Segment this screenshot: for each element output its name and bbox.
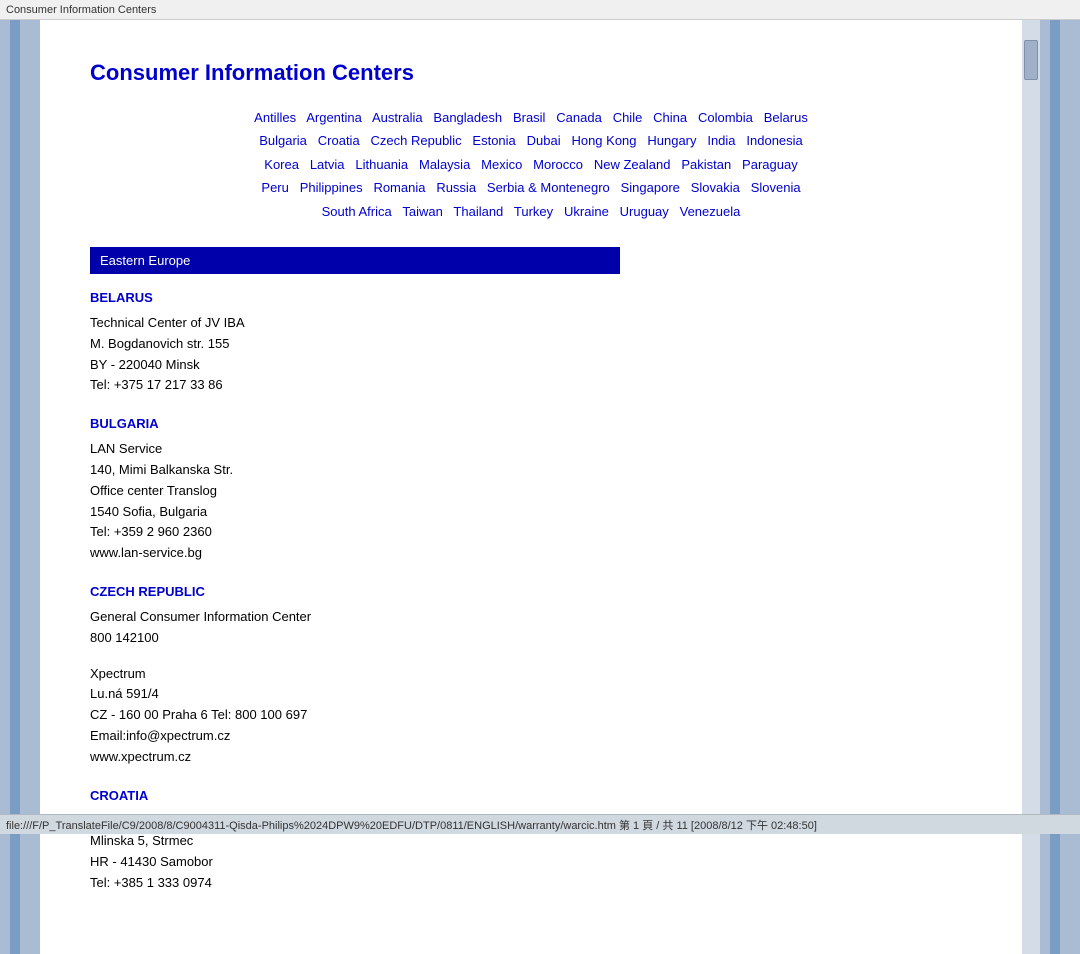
country-title-czech-republic: CZECH REPUBLIC [90,584,972,599]
link-turkey[interactable]: Turkey [514,204,553,219]
link-serbia-montenegro[interactable]: Serbia & Montenegro [487,180,610,195]
link-ukraine[interactable]: Ukraine [564,204,609,219]
link-argentina[interactable]: Argentina [306,110,362,125]
country-info-belarus: Technical Center of JV IBA M. Bogdanovic… [90,313,972,396]
link-venezuela[interactable]: Venezuela [680,204,741,219]
links-section: Antilles Argentina Australia Bangladesh … [90,106,972,223]
link-thailand[interactable]: Thailand [453,204,503,219]
status-bar: file:///F/P_TranslateFile/C9/2008/8/C900… [0,814,1080,834]
link-taiwan[interactable]: Taiwan [402,204,442,219]
link-mexico[interactable]: Mexico [481,157,522,172]
link-brasil[interactable]: Brasil [513,110,546,125]
country-block-croatia: CROATIA Renoprom d.o.o. Mlinska 5, Strme… [90,788,972,894]
link-chile[interactable]: Chile [613,110,643,125]
status-bar-text: file:///F/P_TranslateFile/C9/2008/8/C900… [6,817,817,833]
country-block-czech-republic: CZECH REPUBLIC General Consumer Informat… [90,584,972,768]
link-bulgaria[interactable]: Bulgaria [259,133,307,148]
link-latvia[interactable]: Latvia [310,157,345,172]
link-south-africa[interactable]: South Africa [322,204,392,219]
link-paraguay[interactable]: Paraguay [742,157,798,172]
country-title-bulgaria: BULGARIA [90,416,972,431]
link-hungary[interactable]: Hungary [647,133,696,148]
scrollbar-thumb[interactable] [1024,40,1038,80]
country-block-belarus: BELARUS Technical Center of JV IBA M. Bo… [90,290,972,396]
title-bar: Consumer Information Centers [0,0,1080,20]
link-czech-republic[interactable]: Czech Republic [371,133,462,148]
link-uruguay[interactable]: Uruguay [620,204,669,219]
country-title-croatia: CROATIA [90,788,972,803]
link-philippines[interactable]: Philippines [300,180,363,195]
link-canada[interactable]: Canada [556,110,602,125]
link-pakistan[interactable]: Pakistan [681,157,731,172]
link-lithuania[interactable]: Lithuania [355,157,408,172]
link-hong-kong[interactable]: Hong Kong [571,133,636,148]
link-slovakia[interactable]: Slovakia [691,180,740,195]
country-block-bulgaria: BULGARIA LAN Service 140, Mimi Balkanska… [90,416,972,564]
link-new-zealand[interactable]: New Zealand [594,157,671,172]
section-header: Eastern Europe [90,247,620,274]
link-indonesia[interactable]: Indonesia [746,133,802,148]
link-romania[interactable]: Romania [373,180,425,195]
link-croatia[interactable]: Croatia [318,133,360,148]
link-morocco[interactable]: Morocco [533,157,583,172]
link-china[interactable]: China [653,110,687,125]
link-estonia[interactable]: Estonia [472,133,515,148]
country-info-czech-2: Xpectrum Lu.ná 591/4 CZ - 160 00 Praha 6… [90,664,972,768]
link-malaysia[interactable]: Malaysia [419,157,470,172]
link-antilles[interactable]: Antilles [254,110,296,125]
page-title: Consumer Information Centers [90,60,972,86]
link-korea[interactable]: Korea [264,157,299,172]
country-info-czech-1: General Consumer Information Center 800 … [90,607,972,649]
link-bangladesh[interactable]: Bangladesh [433,110,502,125]
link-india[interactable]: India [707,133,735,148]
link-peru[interactable]: Peru [261,180,288,195]
link-slovenia[interactable]: Slovenia [751,180,801,195]
country-title-belarus: BELARUS [90,290,972,305]
link-colombia[interactable]: Colombia [698,110,753,125]
title-bar-text: Consumer Information Centers [6,4,156,16]
link-belarus[interactable]: Belarus [764,110,808,125]
link-australia[interactable]: Australia [372,110,423,125]
country-info-bulgaria: LAN Service 140, Mimi Balkanska Str. Off… [90,439,972,564]
link-singapore[interactable]: Singapore [621,180,680,195]
link-russia[interactable]: Russia [436,180,476,195]
link-dubai[interactable]: Dubai [527,133,561,148]
